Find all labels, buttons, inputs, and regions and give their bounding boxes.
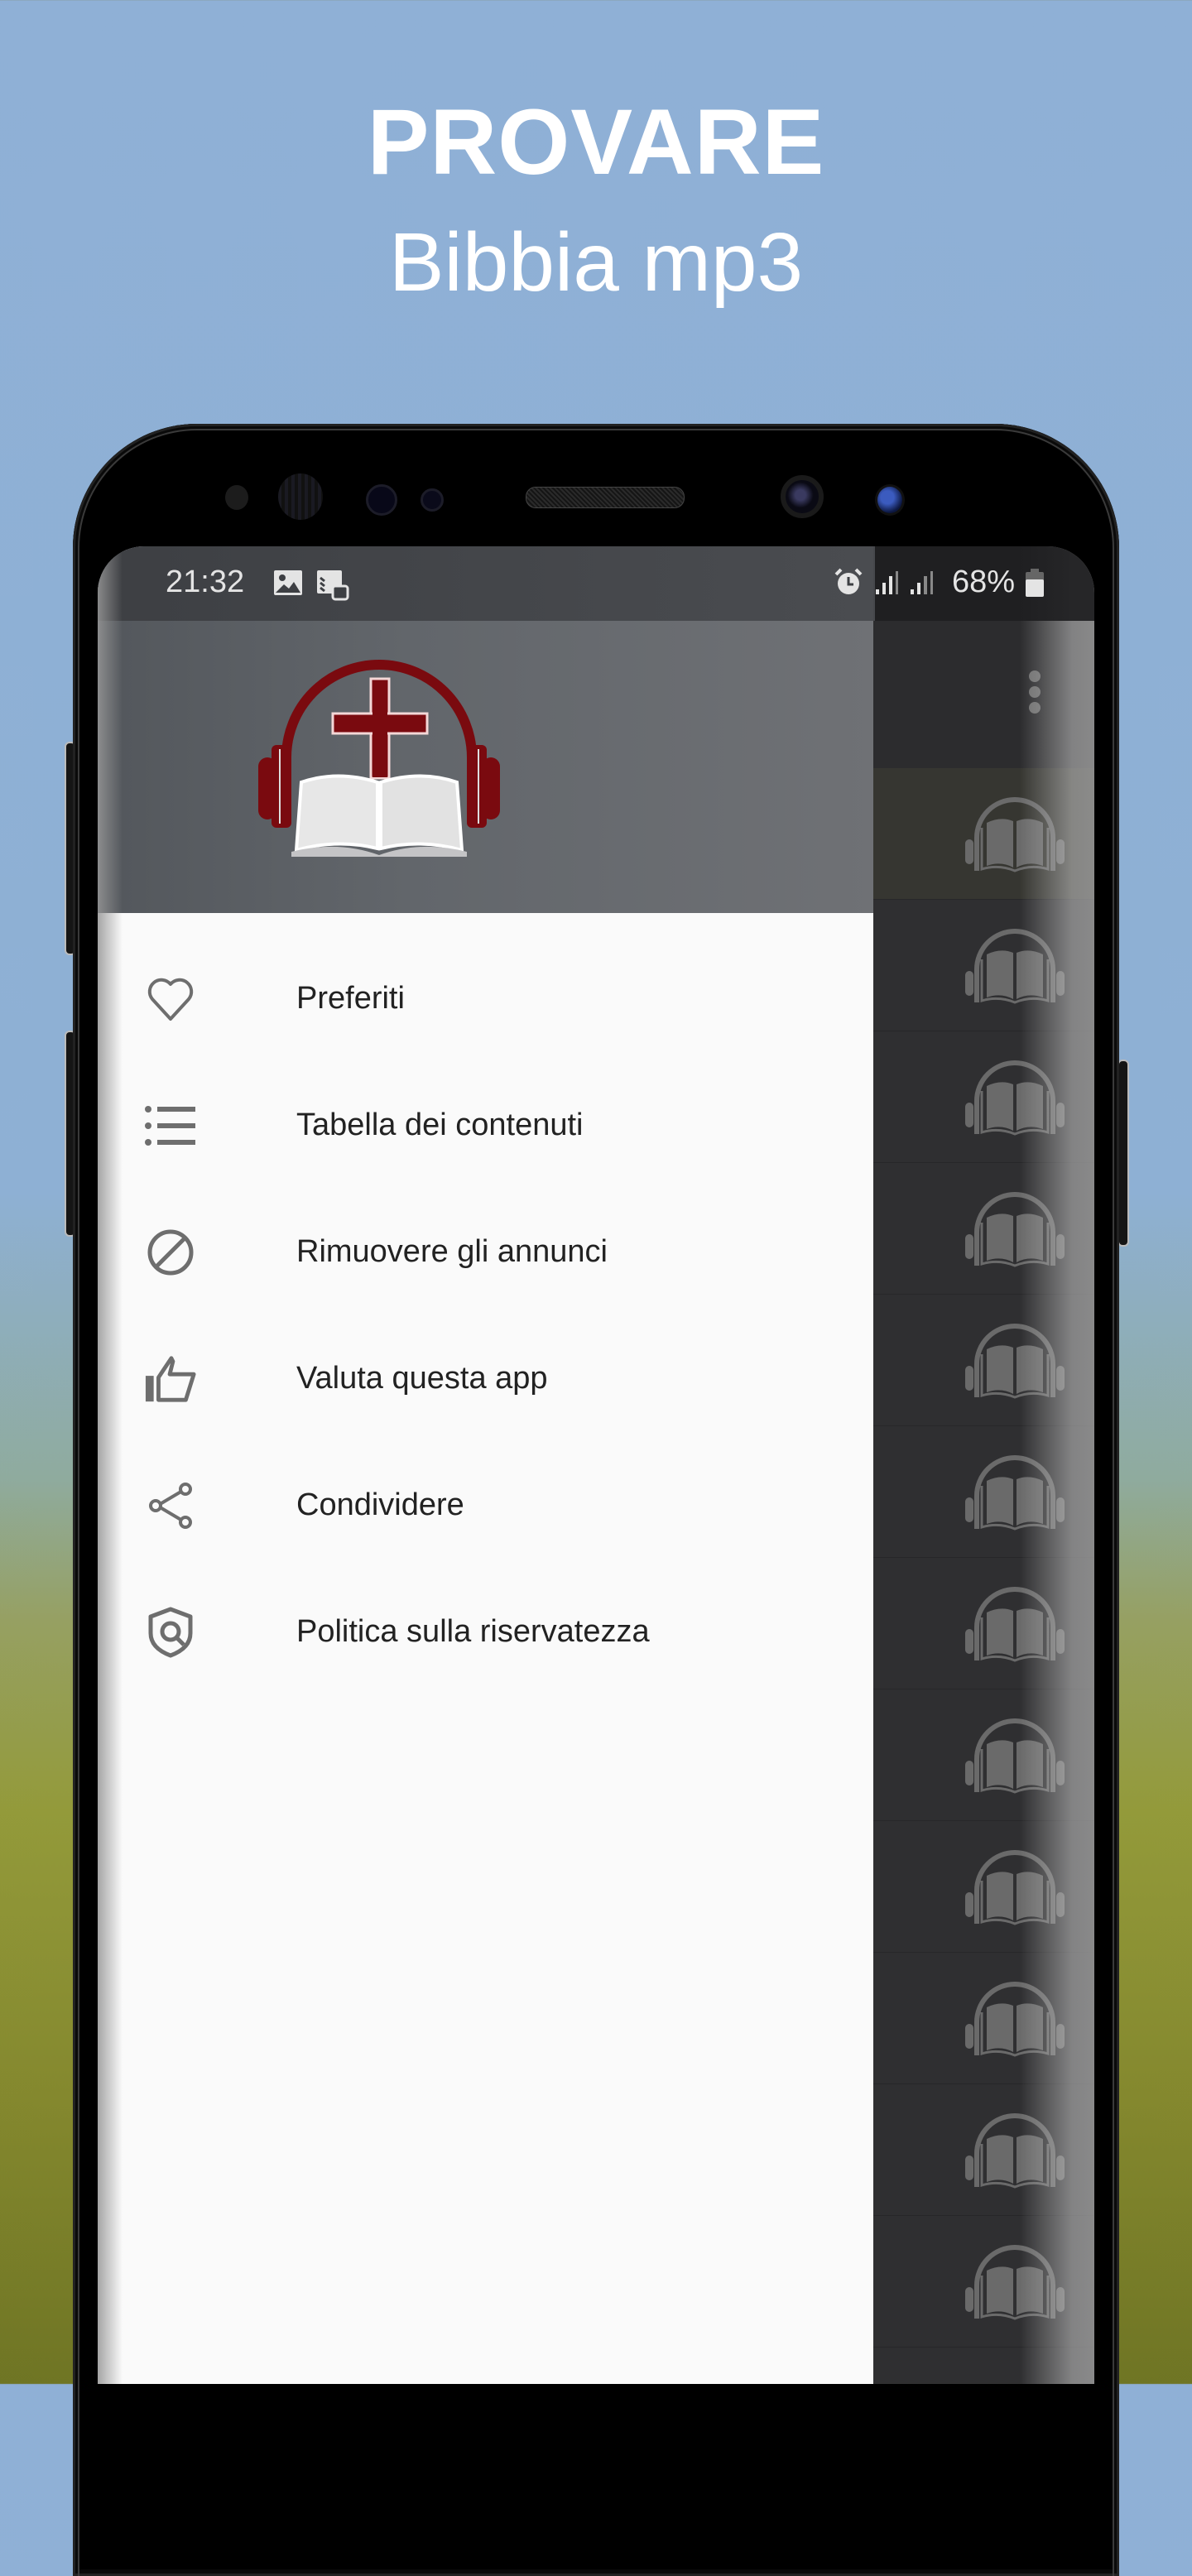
drawer-item-label: Condividere — [296, 1487, 464, 1522]
list-icon — [144, 1099, 197, 1152]
audiobook-icon — [964, 1055, 1066, 1137]
proximity-sensor — [225, 485, 248, 510]
drawer-item-condividere[interactable]: Condividere — [98, 1442, 873, 1569]
share-icon — [144, 1479, 197, 1532]
navigation-drawer: Preferiti Tabella dei contenuti Rimuovere … — [98, 546, 873, 2384]
drawer-item-tabella-dei-contenuti[interactable]: Tabella dei contenuti — [98, 1062, 873, 1189]
audiobook-icon — [964, 1976, 1066, 2059]
signal-icon — [910, 570, 933, 594]
front-sensor — [366, 484, 397, 516]
thumbs-up-icon — [144, 1353, 197, 1406]
audiobook-icon — [964, 2239, 1066, 2322]
audiobook-icon — [964, 1581, 1066, 1664]
promo-subtitle: Bibbia mp3 — [388, 216, 804, 309]
drawer-item-politica-sulla-riservatezza[interactable]: Politica sulla riservatezza — [98, 1569, 873, 1695]
status-time: 21:32 — [166, 565, 245, 599]
signal-icon — [875, 570, 898, 594]
drawer-item-label: Rimuovere gli annunci — [296, 1234, 608, 1269]
promo-title: PROVARE — [367, 90, 825, 194]
headphones-bible-cross-logo — [258, 660, 500, 857]
front-camera — [781, 475, 824, 518]
audiobook-icon — [964, 1186, 1066, 1269]
drawer-item-preferiti[interactable]: Preferiti — [98, 935, 873, 1062]
drawer-item-label: Preferiti — [296, 981, 405, 1016]
audiobook-icon — [964, 1713, 1066, 1795]
audiobook-icon — [964, 791, 1066, 874]
audiobook-icon — [964, 1318, 1066, 1401]
alarm-icon — [834, 568, 863, 594]
audiobook-icon — [964, 2107, 1066, 2190]
privacy-shield-icon — [144, 1606, 197, 1659]
drawer-menu: Preferiti Tabella dei contenuti Rimuovere … — [98, 913, 873, 1695]
audiobook-icon — [964, 1449, 1066, 1532]
drawer-item-rimuovere-gli-annunci[interactable]: Rimuovere gli annunci — [98, 1189, 873, 1315]
tasks-icon — [317, 570, 349, 601]
block-icon — [144, 1226, 197, 1279]
power-button — [1118, 1060, 1129, 1247]
audiobook-icon — [964, 923, 1066, 1006]
iris-sensor — [278, 473, 323, 520]
front-sensor-small — [421, 488, 444, 512]
earpiece-speaker — [526, 487, 685, 508]
drawer-item-valuta-questa-app[interactable]: Valuta questa app — [98, 1315, 873, 1442]
drawer-item-label: Tabella dei contenuti — [296, 1108, 584, 1142]
battery-icon — [1026, 568, 1044, 597]
status-bar: 21:32 68% — [98, 546, 1094, 621]
phone-screen: 21:32 68% Preferiti Tabella dei contenut… — [98, 546, 1094, 2384]
audiobook-icon — [964, 1844, 1066, 1927]
drawer-item-label: Valuta questa app — [296, 1361, 548, 1396]
iris-camera — [875, 484, 905, 516]
drawer-item-label: Politica sulla riservatezza — [296, 1614, 650, 1649]
more-vert-icon[interactable] — [1026, 670, 1043, 720]
heart-icon — [144, 973, 197, 1026]
battery-percent: 68% — [951, 565, 1015, 599]
image-icon — [274, 570, 302, 595]
